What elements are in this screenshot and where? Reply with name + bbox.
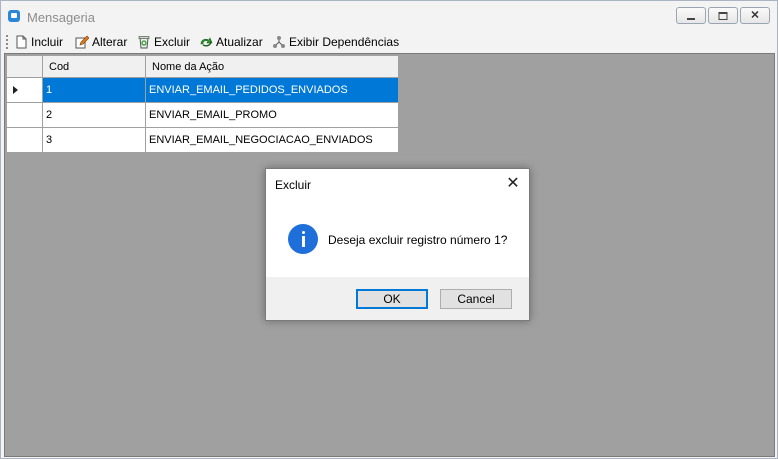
cell-cod[interactable]: 2 [42, 102, 146, 128]
minimize-button[interactable] [676, 7, 706, 24]
window-title: Mensageria [27, 10, 95, 25]
minimize-icon [687, 17, 695, 20]
cell-cod[interactable]: 1 [42, 77, 146, 103]
dependencies-icon [273, 36, 285, 48]
refresh-icon [200, 37, 213, 47]
column-header-cod[interactable]: Cod [42, 55, 146, 78]
column-header-nome-da-acao[interactable]: Nome da Ação [145, 55, 399, 78]
cell-nome[interactable]: ENVIAR_EMAIL_PROMO [145, 102, 399, 128]
exibir-dependencias-label: Exibir Dependências [289, 35, 400, 49]
row-header[interactable] [6, 127, 43, 153]
exibir-dependencias-button[interactable]: Exibir Dependências [272, 33, 399, 51]
dialog-close-icon[interactable]: ✕ [503, 175, 523, 193]
ok-button[interactable]: OK [356, 289, 428, 309]
excluir-button[interactable]: Excluir [137, 33, 190, 51]
toolbar: Incluir Alterar Excluir Atualizar Exibir… [1, 31, 777, 53]
close-icon: ✕ [750, 9, 760, 21]
table-row[interactable]: 1 ENVIAR_EMAIL_PEDIDOS_ENVIADOS [6, 77, 399, 103]
incluir-button[interactable]: Incluir [14, 33, 63, 51]
title-bar: Mensageria ✕ [1, 1, 777, 31]
maximize-button[interactable] [708, 7, 738, 24]
row-header[interactable] [6, 77, 43, 103]
dialog-title: Excluir [275, 178, 312, 192]
grid-header-row: Cod Nome da Ação [6, 55, 399, 78]
cancel-button[interactable]: Cancel [440, 289, 512, 309]
recycle-bin-icon [138, 36, 150, 49]
close-button[interactable]: ✕ [740, 7, 770, 24]
confirm-dialog: Excluir ✕ Deseja excluir registro número… [265, 168, 530, 321]
edit-icon [75, 35, 89, 49]
excluir-label: Excluir [154, 35, 191, 49]
atualizar-button[interactable]: Atualizar [199, 33, 263, 51]
cell-cod[interactable]: 3 [42, 127, 146, 153]
cell-nome[interactable]: ENVIAR_EMAIL_PEDIDOS_ENVIADOS [145, 77, 399, 103]
row-header-corner[interactable] [6, 55, 43, 78]
atualizar-label: Atualizar [216, 35, 263, 49]
alterar-label: Alterar [92, 35, 128, 49]
table-row[interactable]: 2 ENVIAR_EMAIL_PROMO [6, 102, 399, 128]
dialog-footer: OK Cancel [266, 277, 529, 320]
app-icon [8, 10, 20, 22]
cell-nome[interactable]: ENVIAR_EMAIL_NEGOCIACAO_ENVIADOS [145, 127, 399, 153]
toolbar-grip-icon[interactable] [6, 35, 8, 49]
alterar-button[interactable]: Alterar [75, 33, 127, 51]
document-icon [16, 35, 27, 49]
maximize-icon [718, 11, 728, 20]
incluir-label: Incluir [31, 35, 64, 49]
info-icon [288, 224, 318, 254]
dialog-message: Deseja excluir registro número 1? [328, 233, 508, 247]
row-header[interactable] [6, 102, 43, 128]
current-row-arrow-icon [13, 86, 18, 94]
table-row[interactable]: 3 ENVIAR_EMAIL_NEGOCIACAO_ENVIADOS [6, 127, 399, 153]
data-grid: Cod Nome da Ação 1 ENVIAR_EMAIL_PEDIDOS_… [6, 55, 399, 153]
